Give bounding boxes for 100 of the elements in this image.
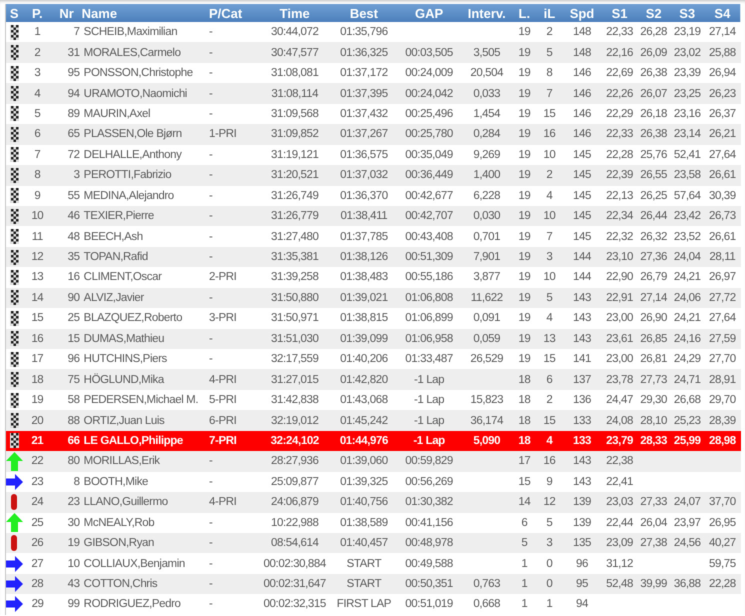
table-cell: 24,07 bbox=[670, 492, 704, 512]
table-cell: 00:42,677 bbox=[396, 186, 462, 206]
table-cell: 24 bbox=[22, 492, 53, 512]
table-cell: 148 bbox=[562, 42, 602, 63]
table-cell: 22,34 bbox=[602, 206, 638, 226]
column-header[interactable]: S1 bbox=[602, 4, 638, 22]
table-cell: 00:51,019 bbox=[396, 594, 462, 615]
table-cell: 15 bbox=[52, 328, 81, 349]
column-header[interactable]: Time bbox=[258, 4, 332, 22]
table-cell: 23,79 bbox=[602, 430, 638, 452]
table-cell: - bbox=[208, 186, 258, 206]
table-cell: 137 bbox=[562, 369, 602, 390]
column-header[interactable]: iL bbox=[536, 4, 562, 22]
table-cell: 23,39 bbox=[670, 62, 704, 84]
table-cell: BEECH,Ash bbox=[80, 226, 208, 247]
column-header[interactable]: S bbox=[6, 4, 23, 22]
table-cell: 11 bbox=[22, 226, 53, 247]
table-cell: 26,90 bbox=[637, 308, 670, 329]
table-cell: 00:51,309 bbox=[396, 246, 462, 268]
table-cell: 10 bbox=[52, 553, 81, 574]
table-cell: 6 bbox=[22, 124, 53, 145]
table-cell: 28,33 bbox=[637, 430, 670, 452]
table-cell: 6 bbox=[536, 369, 562, 390]
table-cell: 22 bbox=[22, 451, 53, 472]
checkered-flag-icon bbox=[10, 413, 19, 428]
table-cell: 135 bbox=[562, 532, 602, 554]
table-cell: - bbox=[208, 532, 258, 554]
table-cell: 28,10 bbox=[637, 410, 670, 431]
table-cell: 145 bbox=[562, 165, 602, 186]
table-cell: 146 bbox=[562, 104, 602, 124]
table-cell: 01:43,068 bbox=[331, 390, 396, 410]
table-cell: - bbox=[208, 83, 258, 104]
checkered-flag-icon bbox=[10, 250, 19, 265]
table-cell: 18 bbox=[512, 410, 537, 431]
table-cell: 3 bbox=[536, 246, 562, 268]
checkered-flag-icon bbox=[10, 168, 19, 183]
column-header[interactable]: P/Cat bbox=[208, 4, 258, 22]
column-header[interactable]: GAP bbox=[396, 4, 462, 22]
table-cell: - bbox=[208, 574, 258, 594]
table-cell: 27,64 bbox=[704, 308, 740, 329]
table-cell: 143 bbox=[562, 472, 602, 492]
table-cell: 14 bbox=[22, 288, 53, 308]
table-cell: 26,79 bbox=[637, 267, 670, 288]
table-cell: 57,64 bbox=[670, 186, 704, 206]
table-cell: 08:54,614 bbox=[258, 532, 332, 554]
table-cell: MEDINA,Alejandro bbox=[80, 186, 208, 206]
table-cell: 23 bbox=[22, 472, 53, 492]
checkered-flag-icon bbox=[10, 66, 19, 81]
checkered-flag-icon bbox=[10, 188, 19, 204]
table-cell: 3 bbox=[22, 62, 53, 84]
table-cell: 9,269 bbox=[462, 144, 512, 166]
table-cell: 7 bbox=[52, 22, 81, 42]
table-cell: 24,71 bbox=[670, 369, 704, 390]
column-header[interactable]: Nr bbox=[52, 4, 81, 22]
table-cell: 01:39,021 bbox=[331, 288, 396, 308]
column-header[interactable]: L. bbox=[512, 4, 537, 22]
column-header[interactable]: S4 bbox=[704, 4, 740, 22]
column-header[interactable]: Interv. bbox=[462, 4, 512, 22]
column-header[interactable]: Best bbox=[331, 4, 396, 22]
table-cell: - bbox=[208, 594, 258, 615]
table-cell: 01:39,325 bbox=[331, 472, 396, 492]
table-cell: 19 bbox=[512, 206, 537, 226]
table-cell: 24,06 bbox=[670, 288, 704, 308]
table-cell: RODRIGUEZ,Pedro bbox=[80, 594, 208, 615]
table-cell: MAURIN,Axel bbox=[80, 104, 208, 124]
table-cell: 0,091 bbox=[462, 308, 512, 329]
table-cell: 27,73 bbox=[637, 369, 670, 390]
table-cell: 29 bbox=[22, 594, 53, 615]
table-cell: 23,19 bbox=[670, 22, 704, 42]
column-header[interactable]: Name bbox=[80, 4, 208, 22]
table-cell: 01:36,325 bbox=[331, 42, 396, 63]
table-cell: 01:36,575 bbox=[331, 144, 396, 166]
table-cell: - bbox=[208, 246, 258, 268]
table-cell: 31:50,971 bbox=[258, 308, 332, 329]
table-cell: 01:06,958 bbox=[396, 328, 462, 349]
table-cell: 15,823 bbox=[462, 390, 512, 410]
table-cell: 26,68 bbox=[670, 390, 704, 410]
table-cell: 7-PRI bbox=[208, 430, 258, 452]
table-cell: 26,44 bbox=[637, 206, 670, 226]
column-header[interactable]: S2 bbox=[637, 4, 670, 22]
column-header[interactable]: Spd bbox=[562, 4, 602, 22]
table-cell: MORILLAS,Erik bbox=[80, 451, 208, 472]
table-cell: 141 bbox=[562, 349, 602, 370]
column-header[interactable]: S3 bbox=[670, 4, 704, 22]
table-cell: 7 bbox=[22, 144, 53, 166]
table-cell: 24,56 bbox=[670, 532, 704, 554]
table-cell: 28:27,936 bbox=[258, 451, 332, 472]
table-cell: 01:38,589 bbox=[331, 512, 396, 533]
table-cell: 12 bbox=[22, 246, 53, 268]
table-cell: 145 bbox=[562, 186, 602, 206]
table-cell: 26,85 bbox=[637, 328, 670, 349]
table-cell: BLAZQUEZ,Roberto bbox=[80, 308, 208, 329]
table-cell: 65 bbox=[52, 124, 81, 145]
table-cell: 01:37,432 bbox=[331, 104, 396, 124]
table-cell: 31:50,880 bbox=[258, 288, 332, 308]
table-cell: 11,622 bbox=[462, 288, 512, 308]
table-cell: START bbox=[331, 574, 396, 594]
column-header[interactable]: P. bbox=[22, 4, 53, 22]
table-cell: 19 bbox=[512, 62, 537, 84]
checkered-flag-icon bbox=[10, 126, 19, 142]
